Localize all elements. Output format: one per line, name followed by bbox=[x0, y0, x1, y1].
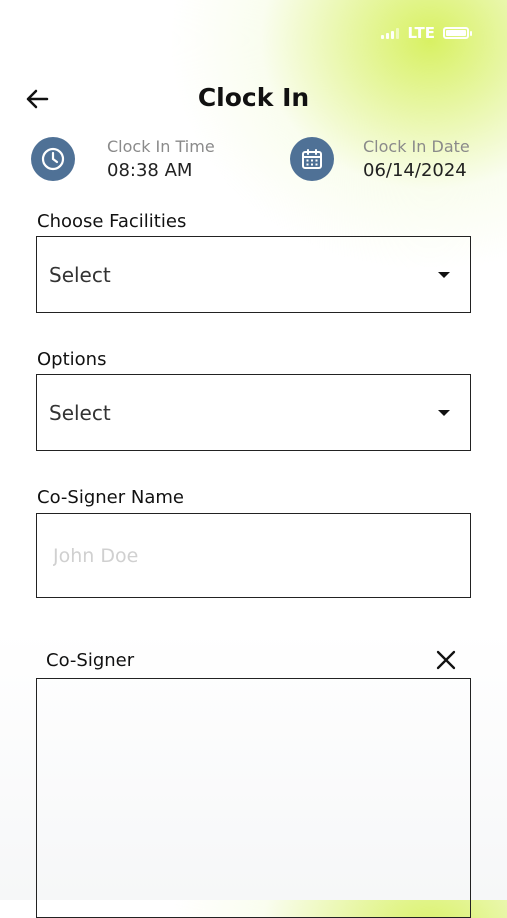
clock-in-date-label: Clock In Date bbox=[363, 137, 470, 156]
cosigner-label: Co-Signer bbox=[46, 650, 135, 671]
signature-pad[interactable] bbox=[36, 678, 471, 918]
clock-in-date-value: 06/14/2024 bbox=[363, 160, 467, 181]
caret-down-icon bbox=[438, 272, 450, 278]
page-title: Clock In bbox=[197, 83, 310, 112]
facilities-label: Choose Facilities bbox=[37, 211, 187, 232]
signal-icon bbox=[381, 27, 400, 39]
cosigner-name-field-container bbox=[36, 513, 471, 598]
clock-icon bbox=[31, 137, 75, 181]
status-bar: LTE bbox=[381, 24, 472, 42]
network-type: LTE bbox=[407, 24, 435, 42]
cosigner-name-input[interactable] bbox=[37, 514, 470, 597]
calendar-icon bbox=[290, 137, 334, 181]
cosigner-name-label: Co-Signer Name bbox=[37, 487, 184, 508]
close-icon bbox=[436, 650, 456, 670]
caret-down-icon bbox=[438, 410, 450, 416]
clear-signature-button[interactable] bbox=[434, 648, 458, 672]
battery-icon bbox=[443, 27, 472, 39]
options-select-value: Select bbox=[49, 401, 111, 425]
options-select[interactable]: Select bbox=[36, 374, 471, 451]
options-label: Options bbox=[37, 349, 107, 370]
facilities-select-value: Select bbox=[49, 263, 111, 287]
clock-in-time-value: 08:38 AM bbox=[107, 160, 193, 181]
facilities-select[interactable]: Select bbox=[36, 236, 471, 313]
clock-in-time-label: Clock In Time bbox=[107, 137, 215, 156]
